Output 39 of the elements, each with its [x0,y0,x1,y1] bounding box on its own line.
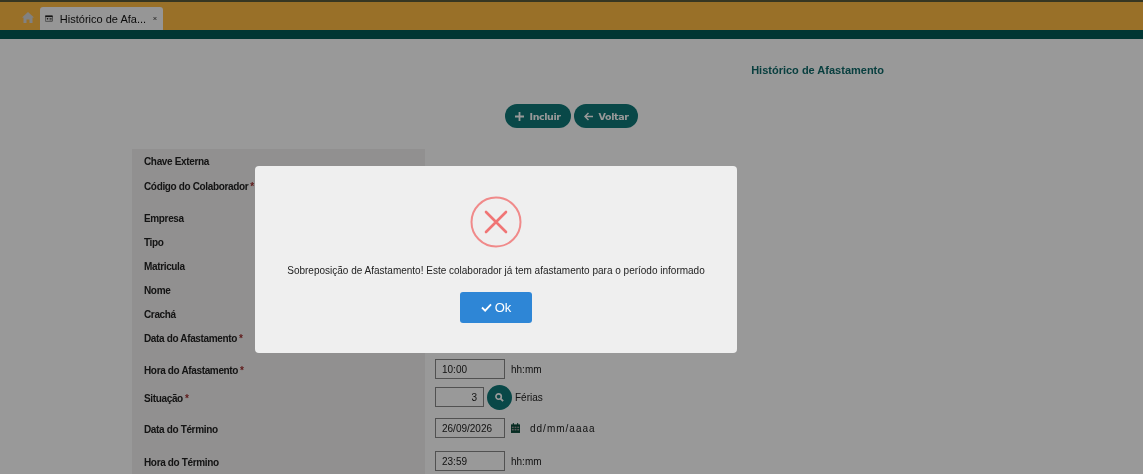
plus-icon [514,111,524,121]
field-label: Nome [144,285,171,296]
required-mark: * [250,181,255,192]
required-mark: * [240,365,244,376]
check-icon [480,303,492,312]
search-icon [495,392,504,402]
field-label: Código do Colaborador [144,181,249,192]
date-field[interactable]: 26/09/2026 [435,418,505,438]
field-label: Tipo [144,237,164,248]
search-button[interactable] [487,384,512,410]
close-icon[interactable] [153,15,157,22]
field-label: Crachá [144,309,176,320]
field-label: Matricula [144,261,185,272]
ok-button[interactable]: Ok [460,292,532,323]
format-hint: dd/mm/aaaa [530,422,596,434]
field-label: Data do Término [144,424,218,435]
lookup-description: Férias [515,391,543,403]
add-button[interactable]: Incluir [504,104,571,128]
arrow-left-icon [583,111,593,121]
page-title: Histórico de Afastamento [750,63,885,78]
field-label: Chave Externa [144,156,209,167]
field-label: Situação [144,393,183,404]
required-mark: * [239,333,243,344]
calendar-icon[interactable] [511,423,520,433]
field-label: Hora do Término [144,457,219,468]
time-field[interactable]: 10:00 [435,359,505,379]
field-label: Data do Afastamento [144,333,237,344]
format-hint: hh:mm [511,363,542,375]
required-mark: * [184,393,189,404]
field-label: Empresa [144,213,184,224]
dialog-message: Sobreposição de Afastamento! Este colaborador já tem afastamento para o período informado [287,265,705,276]
tab[interactable]: Histórico de Afa... [40,7,163,30]
back-button[interactable]: Voltar [573,104,639,128]
lookup-field[interactable]: 3 [435,387,484,407]
time-field[interactable]: 23:59 [435,451,505,471]
format-hint: hh:mm [511,455,542,467]
error-icon [470,196,522,248]
field-label: Hora do Afastamento [144,365,239,376]
id-card-icon [45,13,53,24]
